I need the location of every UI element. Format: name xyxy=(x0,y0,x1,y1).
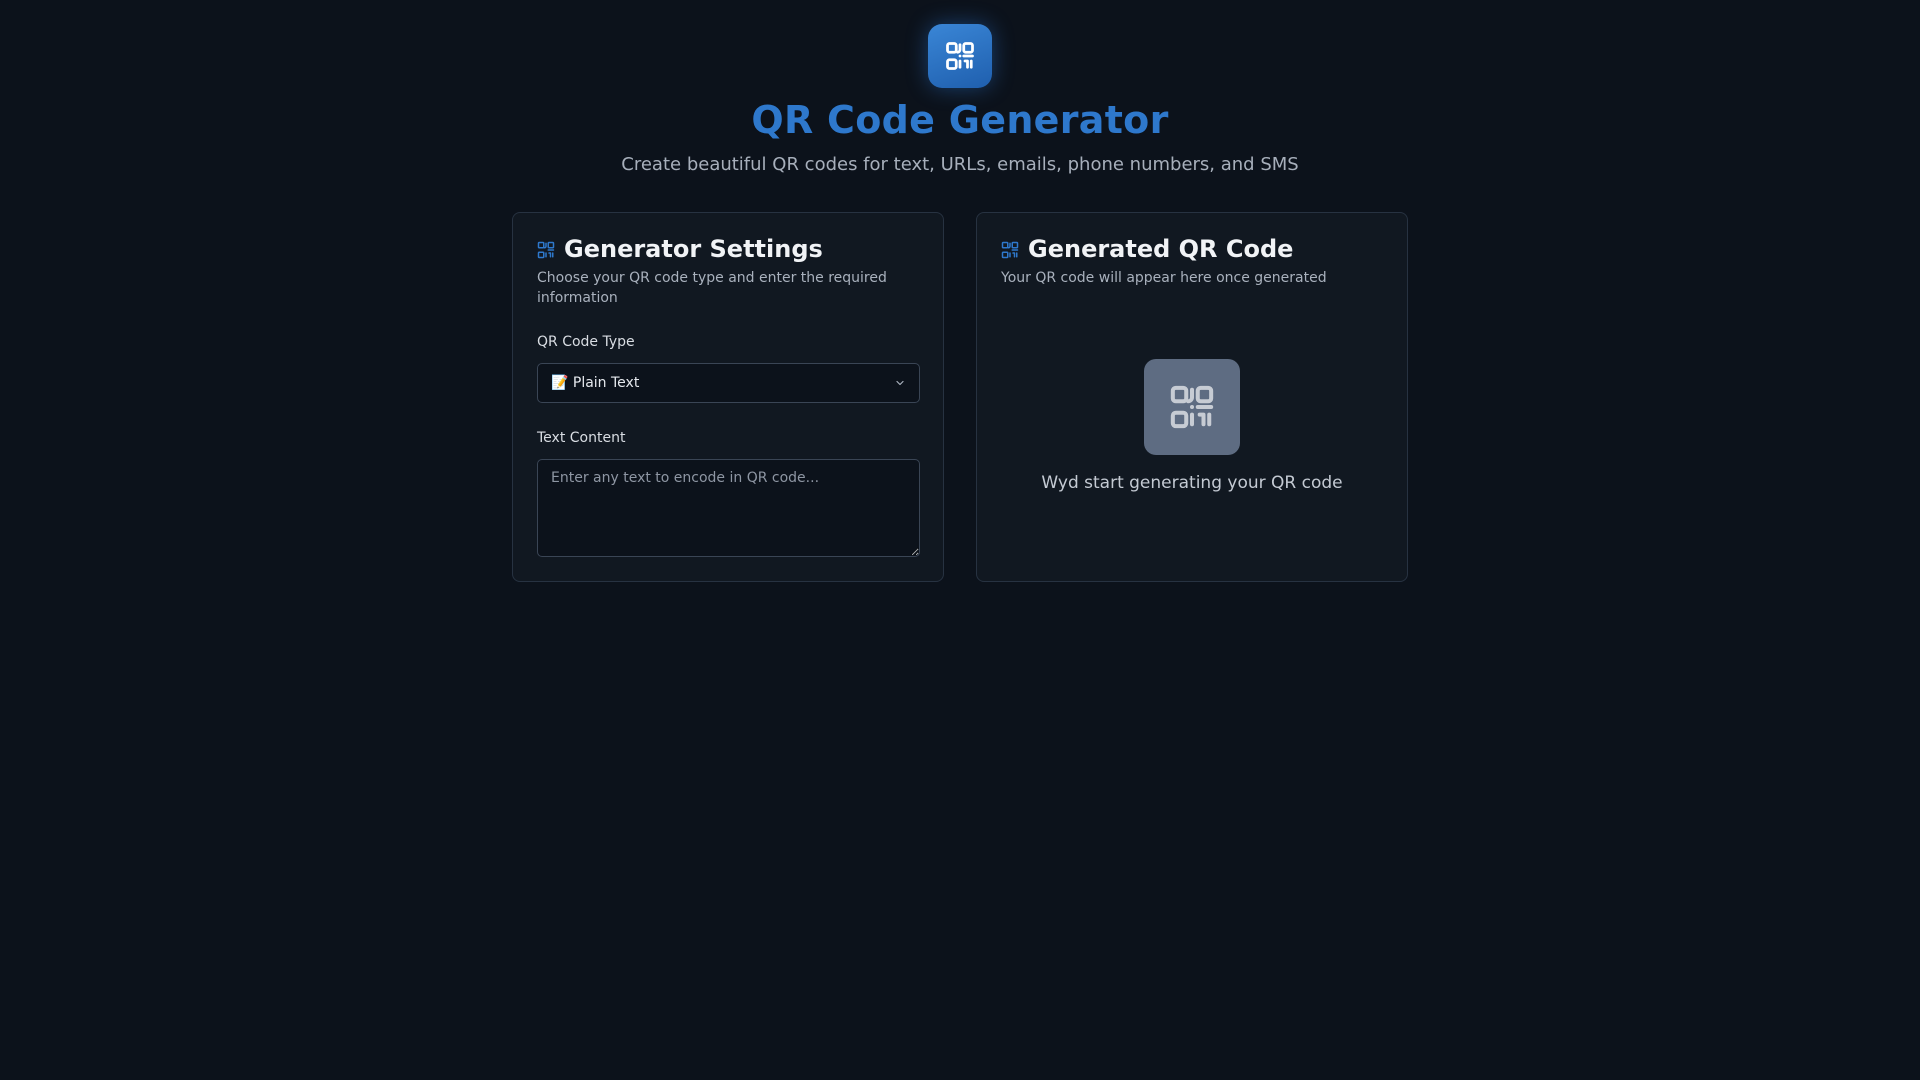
qr-code-icon xyxy=(928,24,992,88)
qr-type-label: QR Code Type xyxy=(537,334,635,350)
qr-code-icon xyxy=(537,241,555,259)
card-header: Generator Settings xyxy=(537,235,823,263)
card-description: Choose your QR code type and enter the r… xyxy=(537,270,887,306)
card-header: Generated QR Code xyxy=(1001,235,1293,263)
card-title: Generator Settings xyxy=(564,235,823,263)
generator-settings-card: Generator Settings Choose your QR code t… xyxy=(512,212,944,582)
card-title: Generated QR Code xyxy=(1028,235,1294,263)
chevron-down-icon xyxy=(896,380,904,386)
generated-qr-card: Generated QR Code Your QR code will appe… xyxy=(976,212,1408,582)
text-content-input[interactable] xyxy=(537,459,920,557)
qr-code-icon xyxy=(1001,241,1019,259)
qr-code-icon xyxy=(1170,385,1214,429)
page-title: QR Code Generator xyxy=(751,98,1169,142)
qr-placeholder xyxy=(1144,359,1240,455)
card-description: Your QR code will appear here once gener… xyxy=(1001,270,1327,286)
qr-type-select[interactable]: 📝 Plain Text xyxy=(537,363,920,403)
qr-type-selected-value: 📝 Plain Text xyxy=(551,375,640,391)
empty-state-message: Wyd start generating your QR code xyxy=(1041,473,1343,493)
page-subtitle: Create beautiful QR codes for text, URLs… xyxy=(621,154,1299,175)
text-content-label: Text Content xyxy=(537,430,626,446)
